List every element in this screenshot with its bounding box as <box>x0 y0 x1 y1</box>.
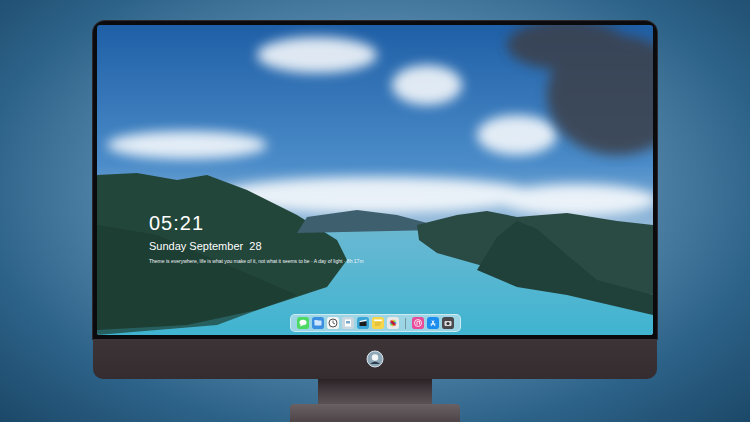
preview-icon[interactable] <box>342 317 354 329</box>
monitor-stand-foot <box>290 404 460 422</box>
monitor-chin <box>93 339 657 379</box>
monitor-stand-neck <box>318 379 432 404</box>
files-icon[interactable] <box>312 317 324 329</box>
camera-icon[interactable] <box>442 317 454 329</box>
logo-icon <box>366 350 384 368</box>
wallpaper <box>97 25 653 335</box>
clock-time: 05:21 <box>149 211 643 235</box>
dock <box>290 314 461 332</box>
spacer <box>149 265 643 314</box>
monitor: 05:21 Sunday September 28 Theme is everywh… <box>93 21 657 422</box>
notes-icon[interactable] <box>372 317 384 329</box>
dock-separator <box>405 318 406 329</box>
screen: 05:21 Sunday September 28 Theme is everywh… <box>97 25 653 335</box>
clock-date: Sunday September 28 <box>149 239 643 254</box>
screen-bezel: 05:21 Sunday September 28 Theme is everywh… <box>93 21 657 339</box>
clock-icon[interactable] <box>327 317 339 329</box>
quote-text: Theme is everywhere, life is what you ma… <box>149 258 643 265</box>
music-icon[interactable] <box>412 317 424 329</box>
messages-icon[interactable] <box>297 317 309 329</box>
appstore-icon[interactable] <box>427 317 439 329</box>
video-icon[interactable] <box>357 317 369 329</box>
dock-row <box>107 314 643 332</box>
lock-screen: 05:21 Sunday September 28 Theme is everywh… <box>97 25 653 335</box>
photos-icon[interactable] <box>387 317 399 329</box>
